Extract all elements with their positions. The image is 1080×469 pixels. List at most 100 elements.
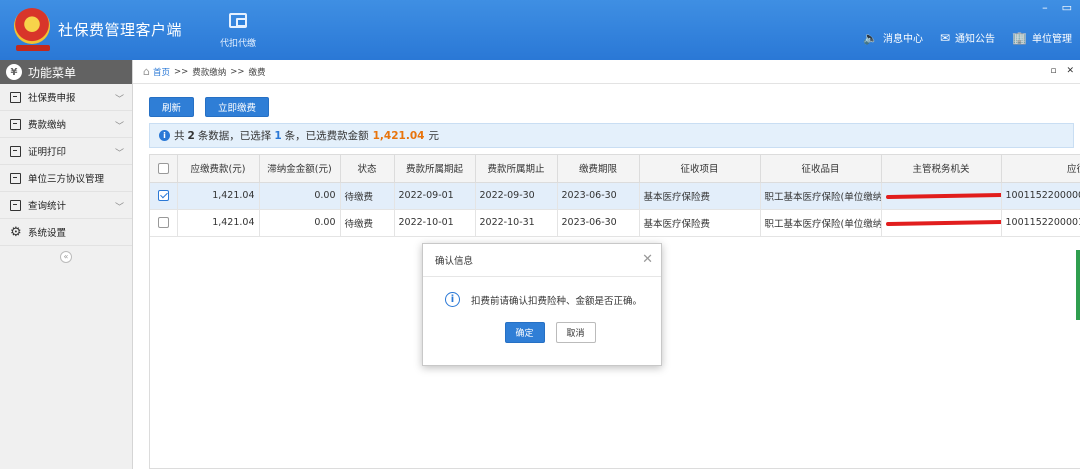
- top-links: 🔈 消息中心 ✉ 通知公告 🏢 单位管理: [863, 30, 1072, 46]
- chevron-down-icon: ﹀: [114, 95, 124, 105]
- sidebar-header: ¥ 功能菜单: [0, 60, 132, 84]
- column-header: 费款所属期止: [475, 155, 558, 183]
- column-header: 征收项目: [639, 155, 761, 183]
- breadcrumb-separator: >>: [174, 66, 189, 77]
- select-all-checkbox[interactable]: [157, 162, 169, 174]
- column-header: 费款所属期起: [394, 155, 476, 183]
- restore-icon[interactable]: ▫: [1050, 66, 1056, 76]
- collapse-sidebar-button[interactable]: «: [60, 251, 72, 263]
- deadline-cell: 2023-06-30: [557, 209, 640, 237]
- dialog-header: 确认信息 ✕: [423, 244, 661, 277]
- levy-category-cell: 职工基本医疗保险(单位缴纳): [760, 182, 882, 210]
- due-amount-cell: 1,421.04: [177, 182, 260, 210]
- sidebar-item-label: 系统设置: [28, 228, 67, 239]
- column-header: 应征凭证序号: [1001, 155, 1080, 183]
- late-fee-cell: 0.00: [259, 209, 341, 237]
- breadcrumb-separator: >>: [230, 66, 245, 77]
- unit-management-label: 单位管理: [1032, 34, 1072, 45]
- logo-caption: [16, 45, 50, 51]
- window-controls: – ▭: [1042, 1, 1072, 14]
- topnav-withholding-label: 代扣代缴: [219, 39, 256, 49]
- minimize-button[interactable]: –: [1042, 1, 1048, 14]
- sidebar-item-statistics[interactable]: 查询统计 ﹀: [0, 192, 132, 219]
- confirm-button[interactable]: 确定: [504, 322, 545, 343]
- sidebar-item-label: 查询统计: [28, 201, 67, 212]
- sidebar-item-label: 单位三方协议管理: [28, 174, 105, 185]
- sidebar-item-payment[interactable]: 费款缴纳 ﹀: [0, 111, 132, 138]
- column-header: 滞纳金金额(元): [259, 155, 341, 183]
- side-edge-tab[interactable]: [1076, 250, 1080, 320]
- chart-icon: [10, 199, 21, 211]
- sidebar: ¥ 功能菜单 社保费申报 ﹀ 费款缴纳 ﹀ 证明打印 ﹀ 单位三方协议管理 查询…: [0, 60, 133, 469]
- breadcrumb-home[interactable]: 首页: [153, 66, 170, 78]
- status-cell: 待缴费: [340, 182, 395, 210]
- summary-total: 2: [187, 129, 195, 142]
- period-end-cell: 2022-09-30: [475, 182, 558, 210]
- tax-authority-cell: [881, 182, 1002, 210]
- sidebar-item-label: 社保费申报: [28, 93, 76, 104]
- table-row[interactable]: 1,421.04 0.00 待缴费 2022-10-01 2022-10-31 …: [150, 209, 1080, 237]
- voucher-number-cell: 10011522000013: [1001, 209, 1080, 237]
- sidebar-item-label: 证明打印: [28, 147, 67, 158]
- cancel-button[interactable]: 取消: [555, 322, 596, 343]
- sidebar-item-settings[interactable]: ⚙ 系统设置: [0, 219, 132, 246]
- chevron-down-icon: ﹀: [114, 149, 124, 159]
- levy-item-cell: 基本医疗保险费: [639, 182, 761, 210]
- breadcrumb-level2: 缴费: [248, 67, 266, 78]
- sidebar-item-declaration[interactable]: 社保费申报 ﹀: [0, 84, 132, 111]
- confirm-dialog: 确认信息 ✕ i 扣费前请确认扣费险种、金额是否正确。 确定 取消: [422, 243, 662, 366]
- row-checkbox-checked[interactable]: [157, 190, 169, 201]
- row-select-cell[interactable]: [150, 209, 178, 237]
- dialog-footer: 确定 取消: [423, 322, 661, 343]
- home-icon: ⌂: [143, 65, 150, 78]
- notice-label: 通知公告: [955, 34, 996, 45]
- close-icon[interactable]: ✕: [1066, 66, 1074, 76]
- summary-prefix: 共: [174, 130, 185, 142]
- period-start-cell: 2022-09-01: [394, 182, 476, 210]
- select-all-cell[interactable]: [150, 155, 178, 183]
- chevron-down-icon: ﹀: [114, 203, 124, 213]
- dialog-message: 扣费前请确认扣费险种、金额是否正确。: [471, 295, 643, 307]
- pay-now-button[interactable]: 立即缴费: [205, 97, 270, 117]
- breadcrumb-level1: 费款缴纳: [192, 67, 227, 78]
- dialog-body: i 扣费前请确认扣费险种、金额是否正确。: [423, 277, 661, 322]
- app-title: 社保费管理客户端: [58, 21, 183, 39]
- due-amount-cell: 1,421.04: [177, 209, 260, 237]
- mail-icon: ✉: [939, 30, 951, 45]
- info-icon: i: [445, 292, 460, 307]
- maximize-button[interactable]: ▭: [1062, 1, 1072, 14]
- summary-mid2: 条，已选费款金额: [284, 130, 369, 142]
- sidebar-title: 功能菜单: [28, 65, 77, 80]
- refresh-button[interactable]: 刷新: [149, 97, 195, 117]
- column-header: 状态: [340, 155, 395, 183]
- table-row[interactable]: 1,421.04 0.00 待缴费 2022-09-01 2022-09-30 …: [150, 182, 1080, 210]
- redaction-mark: [885, 219, 1000, 226]
- notice-link[interactable]: ✉ 通知公告: [939, 30, 996, 46]
- column-header: 主管税务机关: [881, 155, 1002, 183]
- unit-management-link[interactable]: 🏢 单位管理: [1012, 30, 1072, 46]
- summary-selected: 1: [274, 129, 282, 142]
- row-checkbox[interactable]: [157, 217, 169, 228]
- summary-amount: 1,421.04: [372, 129, 425, 142]
- tax-emblem-logo: [14, 8, 50, 44]
- close-icon[interactable]: ✕: [642, 252, 653, 267]
- info-icon: i: [159, 130, 170, 141]
- levy-category-cell: 职工基本医疗保险(单位缴纳): [760, 209, 882, 237]
- message-center-link[interactable]: 🔈 消息中心: [863, 30, 923, 46]
- bookmark-icon: [10, 118, 21, 130]
- sidebar-item-certificate[interactable]: 证明打印 ﹀: [0, 138, 132, 165]
- deadline-cell: 2023-06-30: [557, 182, 640, 210]
- row-select-cell[interactable]: [150, 182, 178, 210]
- summary-mid1: 条数据，已选择: [197, 130, 272, 142]
- breadcrumb: ⌂ 首页 >> 费款缴纳 >> 缴费: [133, 60, 1080, 84]
- building-icon: 🏢: [1012, 30, 1027, 45]
- selection-summary: i 共 2 条数据，已选择 1 条，已选费款金额 1,421.04 元: [149, 123, 1074, 148]
- wallet-icon: [229, 13, 247, 28]
- summary-suffix: 元: [428, 130, 439, 142]
- sidebar-item-agreement[interactable]: 单位三方协议管理: [0, 165, 132, 192]
- speaker-icon: 🔈: [863, 30, 878, 45]
- chevron-down-icon: ﹀: [114, 122, 124, 132]
- topnav-withholding[interactable]: 代扣代缴: [214, 13, 262, 49]
- document-icon: [10, 145, 21, 157]
- yen-icon: ¥: [6, 64, 22, 80]
